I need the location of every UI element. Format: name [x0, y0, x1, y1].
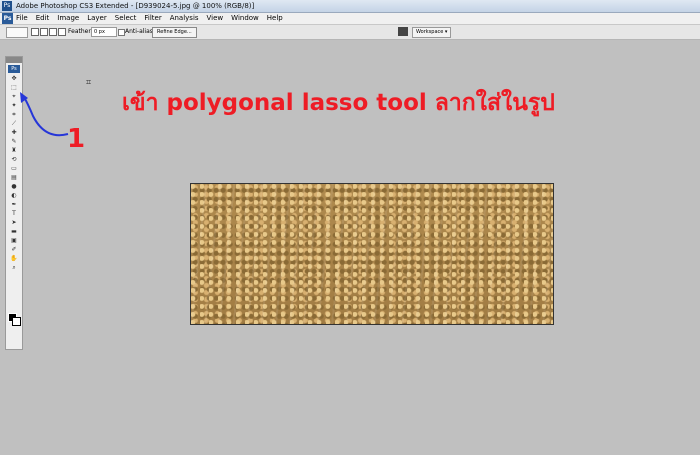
- menu-bar: Ps File Edit Image Layer Select Filter A…: [0, 13, 700, 25]
- menu-image[interactable]: Image: [57, 13, 79, 24]
- anti-alias-label: Anti-alias: [125, 28, 153, 35]
- options-bar: Feather: 0 px Anti-alias Refine Edge... …: [0, 25, 700, 40]
- menu-help[interactable]: Help: [267, 13, 283, 24]
- brush-tool-icon[interactable]: ✎: [8, 138, 20, 146]
- intersect-selection-icon[interactable]: [58, 28, 66, 36]
- menu-view[interactable]: View: [207, 13, 224, 24]
- feather-input[interactable]: 0 px: [91, 27, 117, 37]
- dodge-tool-icon[interactable]: ◐: [8, 192, 20, 200]
- clone-stamp-tool-icon[interactable]: ♜: [8, 147, 20, 155]
- selection-mode-buttons: [31, 28, 66, 36]
- menu-filter[interactable]: Filter: [144, 13, 161, 24]
- polygonal-lasso-tool-icon[interactable]: ⌖: [8, 93, 20, 101]
- cursor-icon: ⌗: [86, 78, 92, 88]
- tool-preset-picker[interactable]: [6, 27, 28, 38]
- photoshop-app-icon: Ps: [2, 1, 12, 11]
- menu-file[interactable]: File: [16, 13, 28, 24]
- toolbox-grip[interactable]: [6, 57, 22, 63]
- instruction-headline: เข้า polygonal lasso tool ลากใส่ในรูป: [122, 90, 555, 116]
- add-selection-icon[interactable]: [40, 28, 48, 36]
- marquee-tool-icon[interactable]: ⬚: [8, 84, 20, 92]
- title-bar: Ps Adobe Photoshop CS3 Extended - [D9390…: [0, 0, 700, 13]
- menu-edit[interactable]: Edit: [36, 13, 50, 24]
- workspace-button[interactable]: Workspace ▾: [412, 27, 452, 38]
- window-title: Adobe Photoshop CS3 Extended - [D939024-…: [16, 2, 255, 10]
- shape-tool-icon[interactable]: ▬: [8, 228, 20, 236]
- ps-logo-icon: Ps: [2, 13, 13, 24]
- pen-tool-icon[interactable]: ✒: [8, 201, 20, 209]
- eraser-tool-icon[interactable]: ▭: [8, 165, 20, 173]
- slice-tool-icon[interactable]: ⟋: [8, 120, 20, 128]
- move-tool-icon[interactable]: ✥: [8, 75, 20, 83]
- menu-analysis[interactable]: Analysis: [170, 13, 199, 24]
- new-selection-icon[interactable]: [31, 28, 39, 36]
- history-brush-tool-icon[interactable]: ⟲: [8, 156, 20, 164]
- type-tool-icon[interactable]: T: [8, 210, 20, 218]
- eyedropper-tool-icon[interactable]: ✐: [8, 246, 20, 254]
- notes-tool-icon[interactable]: ▣: [8, 237, 20, 245]
- gradient-tool-icon[interactable]: ▤: [8, 174, 20, 182]
- document-image-canvas[interactable]: [190, 183, 554, 325]
- menu-window[interactable]: Window: [231, 13, 259, 24]
- hand-tool-icon[interactable]: ✋: [8, 255, 20, 263]
- blur-tool-icon[interactable]: ●: [8, 183, 20, 191]
- path-selection-tool-icon[interactable]: ➤: [8, 219, 20, 227]
- workspace-icon: [398, 27, 408, 36]
- background-color-swatch[interactable]: [12, 317, 21, 326]
- magic-wand-tool-icon[interactable]: ✦: [8, 102, 20, 110]
- toolbox-ps-badge: Ps: [8, 65, 20, 73]
- healing-brush-tool-icon[interactable]: ✚: [8, 129, 20, 137]
- step-number: 1: [67, 124, 86, 154]
- menu-layer[interactable]: Layer: [87, 13, 107, 24]
- anti-alias-checkbox[interactable]: [118, 29, 125, 36]
- zoom-tool-icon[interactable]: ⌕: [8, 264, 20, 272]
- toolbox: Ps ✥ ⬚ ⌖ ✦ ⌗ ⟋ ✚ ✎ ♜ ⟲ ▭ ▤ ● ◐ ✒ T ➤ ▬ ▣…: [5, 56, 23, 350]
- menu-select[interactable]: Select: [115, 13, 137, 24]
- crop-tool-icon[interactable]: ⌗: [8, 111, 20, 119]
- subtract-selection-icon[interactable]: [49, 28, 57, 36]
- refine-edge-button[interactable]: Refine Edge...: [152, 27, 197, 38]
- feather-label: Feather:: [68, 28, 93, 35]
